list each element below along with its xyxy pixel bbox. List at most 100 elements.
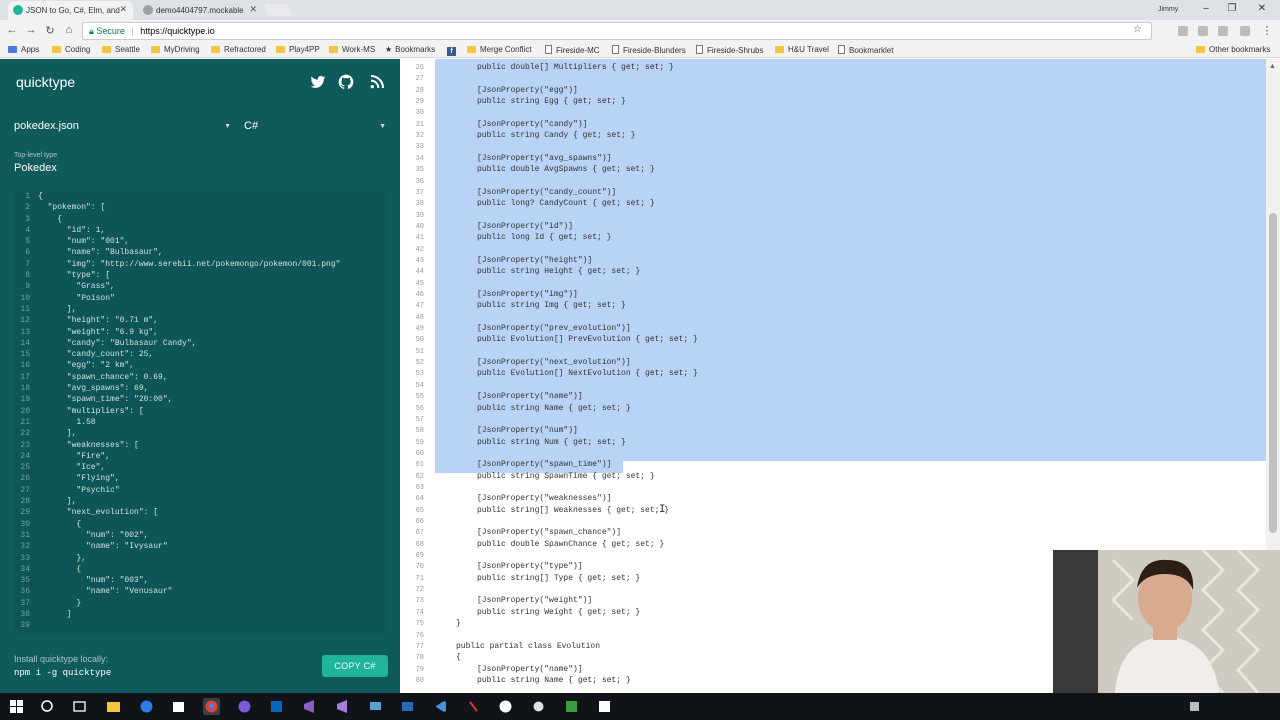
line-number: 67 [415,529,424,538]
bookmark-fireside-blunders[interactable]: Fireside-Blunders [612,45,686,55]
line-number: 14 [20,338,30,348]
terminal-icon[interactable] [596,698,613,715]
bookmark-fireside-mc[interactable]: Fireside-MC [545,45,600,55]
extension-icon[interactable] [1178,26,1188,36]
camtasia-icon[interactable] [563,698,580,715]
json-editor-line: 4 "id": 1, [14,225,387,236]
remote-desktop-icon[interactable] [367,698,384,715]
extension-icon[interactable] [1198,26,1208,36]
brand-logo[interactable]: quicktype [16,74,75,90]
menu-icon[interactable]: ⋮ [1260,24,1274,37]
browser-tab-quicktype[interactable]: JSON to Go, C#, Elm, and ✕ [8,1,133,20]
line-number: 48 [415,313,424,322]
code-line-text: [JsonProperty("spawn_time")] [477,460,612,470]
code-line-text: [JsonProperty("egg")] [477,85,578,95]
visual-studio-icon[interactable] [301,698,318,715]
file-explorer-icon[interactable] [105,698,122,715]
fiddler-icon[interactable] [465,698,482,715]
line-number: 66 [415,518,424,526]
bookmark-apps[interactable]: Apps [8,45,39,54]
line-number: 33 [20,553,30,563]
line-number: 26 [20,474,30,484]
bookmark-seattle[interactable]: Seattle [102,45,140,54]
extension-icon[interactable] [1218,26,1228,36]
extension-icon[interactable] [1240,26,1250,36]
bookmark-merge-conflict[interactable]: Merge Conflict [467,45,532,54]
outlook-icon[interactable] [268,698,285,715]
language-select[interactable]: C# ▼ [244,120,386,138]
folder-icon [102,46,111,53]
code-line: 34 [JsonProperty("avg_spawns")] [400,154,1266,165]
json-editor[interactable]: 1{2 "pokemon": [3 {4 "id": 1, 5 "num": "0… [14,191,387,635]
bookmark-hu-travel[interactable]: H&U Travel [775,45,829,54]
bookmark-work-ms[interactable]: Work-MS [329,45,375,54]
bookmark-label: Work-MS [342,45,376,54]
system-tray-icon[interactable] [1186,698,1203,715]
minimize-icon[interactable]: – [1196,3,1216,14]
line-number: 7 [25,259,30,269]
bookmark-label: Seattle [115,45,140,54]
code-line: 36 [400,177,1266,188]
github-icon[interactable] [337,74,355,90]
line-number: 52 [415,359,424,368]
forward-icon[interactable]: → [24,24,38,36]
copy-code-button[interactable]: COPY C# [322,655,388,677]
windows-start-icon[interactable] [8,698,25,715]
close-tab-icon[interactable]: ✕ [119,4,127,15]
bookmark-refractored[interactable]: Refractored [211,45,266,54]
slack-icon[interactable] [530,698,547,715]
json-editor-line: 21 1.58 [14,417,387,428]
toplevel-type-input[interactable]: Pokedex [14,162,57,174]
browser-tab-bar: JSON to Go, C#, Elm, and ✕ demo4404797.m… [0,0,1280,20]
other-bookmarks[interactable]: Other bookmarks [1196,45,1270,54]
json-line-text: "spawn_chance": 0.69, [38,372,168,382]
line-number: 16 [20,361,30,371]
xbox-icon[interactable] [497,698,514,715]
bookmark-mydriving[interactable]: MyDriving [151,45,200,54]
home-icon[interactable]: ⌂ [62,24,76,36]
github-desktop-icon[interactable] [236,698,253,715]
vscode-icon[interactable] [432,698,449,715]
close-tab-icon[interactable]: ✕ [249,4,257,15]
code-line: 30 [400,108,1266,119]
powershell-icon[interactable] [399,698,416,715]
bookmark-fireside-shrubs[interactable]: Fireside-Shrubs [696,45,763,55]
line-number: 53 [415,370,424,379]
store-icon[interactable] [170,698,187,715]
line-number: 47 [415,302,424,311]
source-file-select[interactable]: pokedex.json ▼ [14,120,231,138]
close-icon[interactable]: ✕ [1252,3,1272,14]
bookmark-bookmarklet[interactable]: Bookmarklet [838,45,893,55]
line-number: 69 [415,552,424,561]
line-number: 64 [415,495,424,504]
rss-icon[interactable] [368,74,386,90]
json-line-text: "pokemon": [ [38,203,106,213]
bookmark-bookmarks[interactable]: ★ Bookmarks [385,45,435,54]
reload-icon[interactable]: ↻ [43,24,57,37]
chrome-icon[interactable] [203,698,220,715]
restore-icon[interactable]: ❐ [1222,3,1242,14]
scroll-up-icon[interactable]: ▲ [1269,63,1276,70]
lock-icon[interactable]: 🔒︎ [89,26,94,36]
bookmark-star-icon[interactable]: ☆ [1133,24,1142,35]
visual-studio-preview-icon[interactable] [334,698,351,715]
scroll-thumb[interactable] [1269,213,1277,533]
code-line: 35 public double AvgSpawns { get; set; } [400,165,1266,176]
browser-tab-mockable[interactable]: demo4404797.mockable ✕ [138,1,263,20]
back-icon[interactable]: ← [5,24,19,36]
code-line: 40 [JsonProperty("id")] [400,222,1266,233]
json-line-text: "weight": "6.9 kg", [38,327,159,337]
json-line-text: }, [38,553,87,563]
bookmark-play4pp[interactable]: Play4PP [276,45,320,54]
url-text[interactable]: https://quicktype.io [140,26,215,36]
profile-name[interactable]: Jimmy [1158,6,1178,13]
new-tab-button[interactable] [263,4,293,16]
address-bar[interactable]: 🔒︎ Secure | https://quicktype.io [82,22,1152,40]
folder-icon [211,46,220,53]
bookmark-coding[interactable]: Coding [52,45,90,54]
bookmark-facebook[interactable]: f [447,45,460,56]
task-view-icon[interactable] [71,698,88,715]
edge-icon[interactable] [138,698,155,715]
twitter-icon[interactable] [309,74,327,90]
search-icon[interactable] [39,698,56,715]
